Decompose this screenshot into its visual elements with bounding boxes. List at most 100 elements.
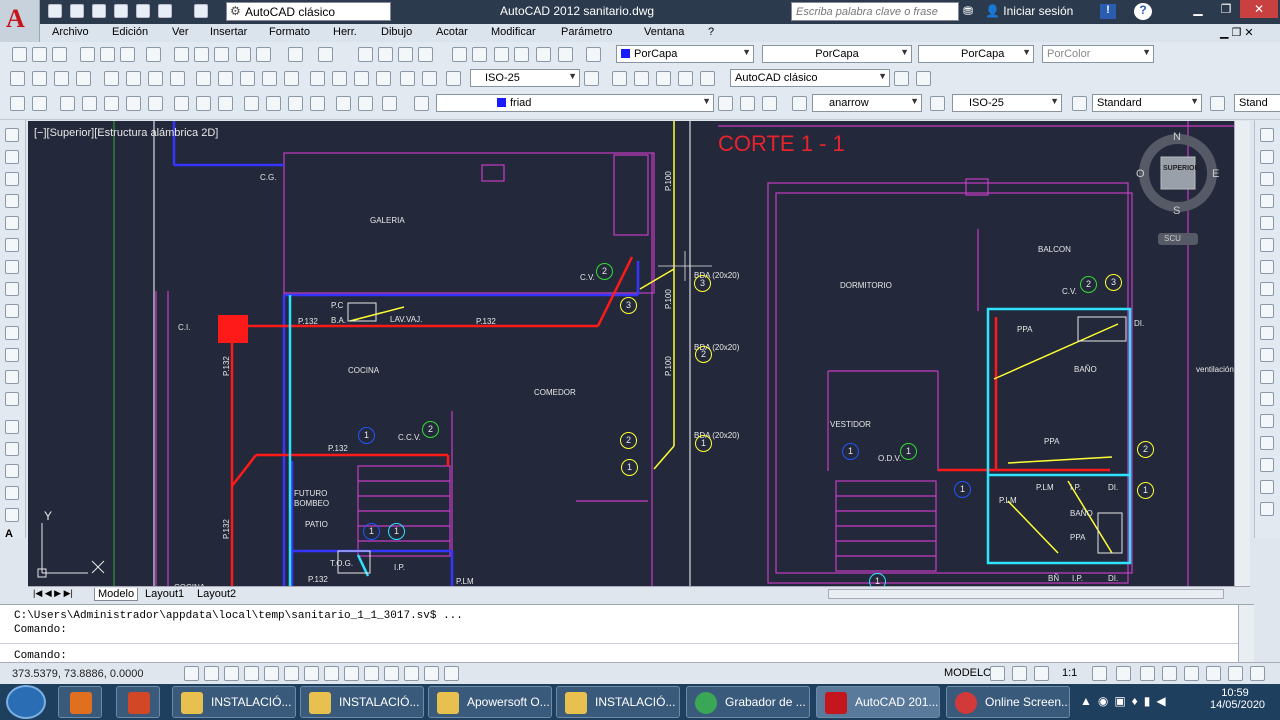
color-select[interactable]: PorCapa ▼	[616, 45, 754, 63]
help-icon[interactable]	[586, 47, 601, 62]
text-style-icon[interactable]	[792, 96, 807, 111]
dim-linear-icon[interactable]	[10, 71, 25, 86]
exchange-icon[interactable]: !	[1100, 4, 1116, 19]
snap-icon[interactable]	[204, 666, 219, 681]
menu-help[interactable]: ?	[708, 26, 714, 38]
dim-baseline-icon[interactable]	[218, 71, 233, 86]
offset-icon[interactable]	[244, 96, 259, 111]
save-as-icon[interactable]	[114, 4, 128, 18]
clock[interactable]: 10:59 14/05/2020	[1210, 687, 1265, 711]
extend-icon[interactable]	[126, 96, 141, 111]
layer-select[interactable]: friad ▼	[436, 94, 714, 112]
annotation-scale-icon[interactable]	[1034, 666, 1049, 681]
chamfer-icon[interactable]	[1260, 436, 1274, 450]
workspace-select[interactable]: ⚙ AutoCAD clásico	[226, 2, 391, 21]
circle-icon[interactable]	[174, 96, 189, 111]
erase-icon[interactable]	[288, 96, 303, 111]
wcs-label[interactable]: SCU	[1164, 234, 1181, 243]
toolpalettes-icon[interactable]	[494, 47, 509, 62]
rotate-icon[interactable]	[1260, 260, 1274, 274]
undo-icon[interactable]	[158, 4, 172, 18]
ellipse-icon[interactable]	[5, 326, 19, 340]
powerpoint-pinned[interactable]	[116, 686, 160, 718]
plot-icon[interactable]	[80, 47, 95, 62]
binoculars-icon[interactable]: ⛃	[963, 4, 973, 18]
trim-icon[interactable]	[104, 96, 119, 111]
revcloud-icon[interactable]	[5, 282, 19, 296]
polyline-icon[interactable]	[32, 96, 47, 111]
viewport-controls[interactable]: [−][Superior][Estructura alámbrica 2D]	[34, 127, 218, 139]
dimstyle-icon[interactable]	[930, 96, 945, 111]
menu-ver[interactable]: Ver	[172, 26, 189, 38]
array-icon[interactable]	[1260, 216, 1274, 230]
layer-state-icon[interactable]	[762, 96, 777, 111]
point-icon[interactable]	[5, 420, 19, 434]
login-button[interactable]: 👤 Iniciar sesión	[985, 4, 1073, 18]
restore-button[interactable]: ❐	[1212, 0, 1240, 18]
spline-icon[interactable]	[5, 304, 19, 318]
construction-line-icon[interactable]	[60, 96, 75, 111]
dimstyle-select[interactable]: ISO-25 ▼	[470, 69, 580, 87]
lineweight-icon[interactable]	[384, 666, 399, 681]
hatch-icon[interactable]	[358, 96, 373, 111]
circle-icon[interactable]	[5, 260, 19, 274]
taskbar-item[interactable]: Apowersoft O...	[428, 686, 552, 718]
workspace-settings-icon[interactable]	[894, 71, 909, 86]
preview-icon[interactable]	[100, 47, 115, 62]
copy-icon[interactable]	[194, 47, 209, 62]
gradient-icon[interactable]	[5, 464, 19, 478]
matchprop-icon[interactable]	[236, 47, 251, 62]
polyline-icon[interactable]	[5, 172, 19, 186]
dim-update-icon[interactable]	[446, 71, 461, 86]
lock-icon[interactable]	[1162, 666, 1177, 681]
make-block-icon[interactable]	[5, 392, 19, 406]
mleaderstyle-icon[interactable]	[1210, 96, 1225, 111]
insert-block-icon[interactable]	[5, 370, 19, 384]
cut-icon[interactable]	[174, 47, 189, 62]
polar-icon[interactable]	[264, 666, 279, 681]
taskbar-item[interactable]: Grabador de ...	[686, 686, 810, 718]
menu-modificar[interactable]: Modificar	[491, 26, 536, 38]
ducs-icon[interactable]	[344, 666, 359, 681]
doc-window-controls[interactable]: ▁ ❐ ✕	[1220, 26, 1254, 39]
transparency-icon[interactable]	[404, 666, 419, 681]
dim-aligned-icon[interactable]	[32, 71, 47, 86]
dim-arc-icon[interactable]	[54, 71, 69, 86]
rotate-icon[interactable]	[218, 96, 233, 111]
arrow-select[interactable]: anarrow ▼	[812, 94, 922, 112]
workspace-switch-icon[interactable]	[1140, 666, 1155, 681]
workspace-dropdown[interactable]: AutoCAD clásico ▼	[730, 69, 890, 87]
infer-constraints-icon[interactable]	[184, 666, 199, 681]
3dosnap-icon[interactable]	[304, 666, 319, 681]
osnap-icon[interactable]	[284, 666, 299, 681]
tablestyle-icon[interactable]	[1072, 96, 1087, 111]
open-icon[interactable]	[32, 47, 47, 62]
mirror-icon[interactable]	[1260, 172, 1274, 186]
table-icon[interactable]	[5, 508, 19, 522]
menu-herr[interactable]: Herr.	[333, 26, 357, 38]
close-button[interactable]: ✕	[1240, 0, 1278, 18]
extend-icon[interactable]	[1260, 348, 1274, 362]
designcenter-icon[interactable]	[472, 47, 487, 62]
viewcube[interactable]	[1139, 134, 1217, 245]
line-icon[interactable]	[5, 128, 19, 142]
taskbar-item-active[interactable]: AutoCAD 201...	[816, 686, 940, 718]
tab-layout1[interactable]: Layout1	[142, 588, 187, 600]
quickview-layouts-icon[interactable]	[990, 666, 1005, 681]
pick-icon[interactable]	[336, 96, 351, 111]
menu-edicion[interactable]: Edición	[112, 26, 148, 38]
zoom-realtime-icon[interactable]	[378, 47, 393, 62]
ray-icon[interactable]	[82, 96, 97, 111]
textstyle-select[interactable]: Standard ▼	[1092, 94, 1202, 112]
clean-screen-icon[interactable]	[1250, 666, 1265, 681]
layer-previous-icon[interactable]	[740, 96, 755, 111]
erase-icon[interactable]	[1260, 128, 1274, 142]
system-tray-icons[interactable]: ▲◉▣♦▮◀	[1080, 694, 1172, 708]
arc-icon[interactable]	[5, 238, 19, 252]
dimtedit-icon[interactable]	[422, 71, 437, 86]
jogged-linear-icon[interactable]	[376, 71, 391, 86]
point-icon[interactable]	[310, 96, 325, 111]
taskbar-item[interactable]: INSTALACIÓ...	[300, 686, 424, 718]
app-menu-button[interactable]: A	[0, 0, 40, 42]
selection-cycling-icon[interactable]	[444, 666, 459, 681]
